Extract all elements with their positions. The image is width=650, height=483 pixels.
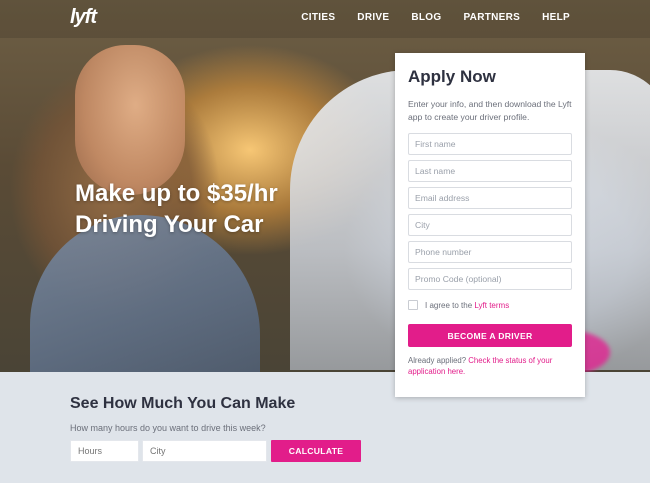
calculator-question: How many hours do you want to drive this… [70,423,266,433]
nav-links: CITIES DRIVE BLOG PARTNERS HELP [279,12,570,23]
apply-title: Apply Now [408,67,496,86]
hero-headline: Make up to $35/hr Driving Your Car [75,178,365,240]
hero-headline-line2: Driving Your Car [75,211,264,238]
first-name-field[interactable] [408,133,572,155]
hero-headline-line1: Make up to $35/hr [75,180,278,207]
hours-input[interactable] [70,440,139,462]
terms-checkbox[interactable] [408,300,418,310]
apply-card: Apply Now Enter your info, and then down… [395,53,585,397]
calculator-form: CALCULATE [70,440,361,462]
promo-code-field[interactable] [408,268,572,290]
last-name-field[interactable] [408,160,572,182]
nav-partners[interactable]: PARTNERS [463,12,520,23]
calculate-button[interactable]: CALCULATE [271,440,361,462]
email-field[interactable] [408,187,572,209]
nav-drive[interactable]: DRIVE [357,12,389,23]
calculator-city-input[interactable] [142,440,267,462]
terms-agreement: I agree to the Lyft terms [408,300,572,310]
calculator-title: See How Much You Can Make [70,395,296,412]
hero-person-face [75,45,185,195]
nav-blog[interactable]: BLOG [411,12,441,23]
top-nav: lyft CITIES DRIVE BLOG PARTNERS HELP [0,0,650,38]
lyft-logo[interactable]: lyft [70,6,97,29]
lyft-terms-link[interactable]: Lyft terms [474,301,509,310]
terms-label: I agree to the [425,300,475,310]
nav-cities[interactable]: CITIES [301,12,335,23]
nav-help[interactable]: HELP [542,12,570,23]
become-driver-button[interactable]: BECOME A DRIVER [408,324,572,347]
phone-field[interactable] [408,241,572,263]
already-applied-label: Already applied? [408,356,469,365]
apply-description: Enter your info, and then download the L… [408,99,572,122]
already-applied-text: Already applied? Check the status of you… [408,355,572,377]
city-field[interactable] [408,214,572,236]
